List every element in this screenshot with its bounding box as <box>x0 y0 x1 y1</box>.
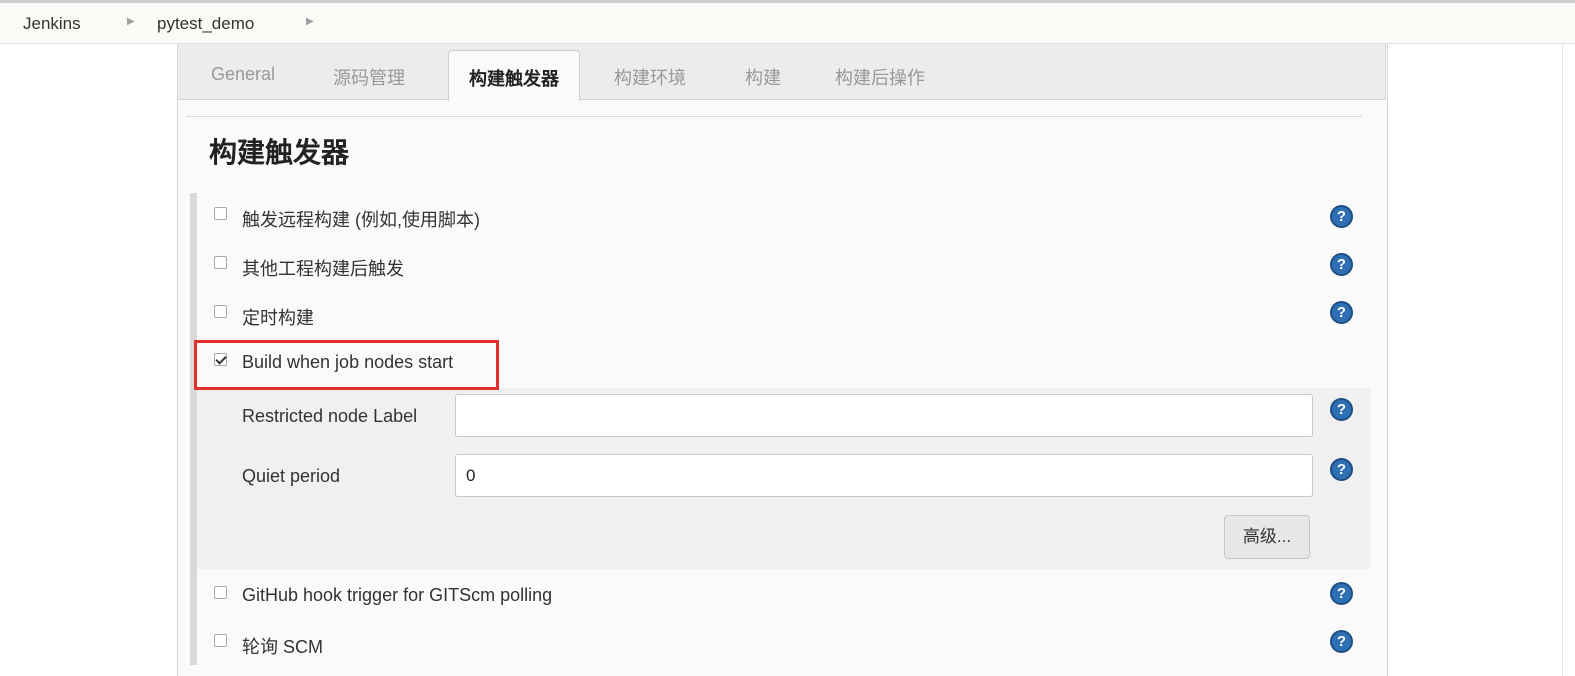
help-icon[interactable]: ? <box>1330 205 1353 228</box>
tab-post-build[interactable]: 构建后操作 <box>835 64 925 90</box>
breadcrumb-pytest-demo[interactable]: pytest_demo <box>157 14 254 34</box>
help-icon[interactable]: ? <box>1330 398 1353 421</box>
section-divider <box>186 116 1362 117</box>
restricted-node-label-input[interactable] <box>455 394 1313 437</box>
restricted-node-label-label: Restricted node Label <box>242 406 418 426</box>
help-icon[interactable]: ? <box>1330 253 1353 276</box>
help-icon[interactable]: ? <box>1330 301 1353 324</box>
tab-general[interactable]: General <box>211 64 275 85</box>
tab-build-triggers[interactable]: 构建触发器 <box>448 50 580 101</box>
breadcrumb-dropdown-icon[interactable]: ▶ <box>306 16 314 27</box>
scheduled-build-label[interactable]: 定时构建 <box>242 304 314 330</box>
config-tab-bar: General 源码管理 构建环境 构建 构建后操作 <box>177 44 1386 100</box>
tab-build-triggers-label: 构建触发器 <box>469 69 559 89</box>
after-other-projects-label[interactable]: 其他工程构建后触发 <box>242 255 404 281</box>
breadcrumb-jenkins[interactable]: Jenkins <box>23 14 81 34</box>
section-title: 构建触发器 <box>209 137 350 168</box>
after-other-projects-checkbox[interactable] <box>214 256 227 269</box>
tab-source-code[interactable]: 源码管理 <box>333 64 405 90</box>
breadcrumb: Jenkins ▶ pytest_demo ▶ <box>0 3 1575 44</box>
github-hook-label[interactable]: GitHub hook trigger for GITScm polling <box>242 585 552 606</box>
github-hook-checkbox[interactable] <box>214 586 227 599</box>
help-icon[interactable]: ? <box>1330 630 1353 653</box>
annotation-highlight-box <box>194 340 499 390</box>
scheduled-build-checkbox[interactable] <box>214 305 227 318</box>
remote-trigger-checkbox[interactable] <box>214 207 227 220</box>
quiet-period-label: Quiet period <box>242 466 341 486</box>
poll-scm-checkbox[interactable] <box>214 634 227 647</box>
page-edge <box>1562 44 1563 676</box>
help-icon[interactable]: ? <box>1330 582 1353 605</box>
poll-scm-label[interactable]: 轮询 SCM <box>242 633 323 659</box>
advanced-button[interactable]: 高级... <box>1224 515 1310 559</box>
breadcrumb-separator-icon: ▶ <box>127 16 135 27</box>
help-icon[interactable]: ? <box>1330 458 1353 481</box>
tab-build[interactable]: 构建 <box>745 64 781 90</box>
quiet-period-input[interactable] <box>455 454 1313 497</box>
tab-build-environment[interactable]: 构建环境 <box>614 64 686 90</box>
section-rail <box>190 193 197 665</box>
remote-trigger-label[interactable]: 触发远程构建 (例如,使用脚本) <box>242 206 480 232</box>
